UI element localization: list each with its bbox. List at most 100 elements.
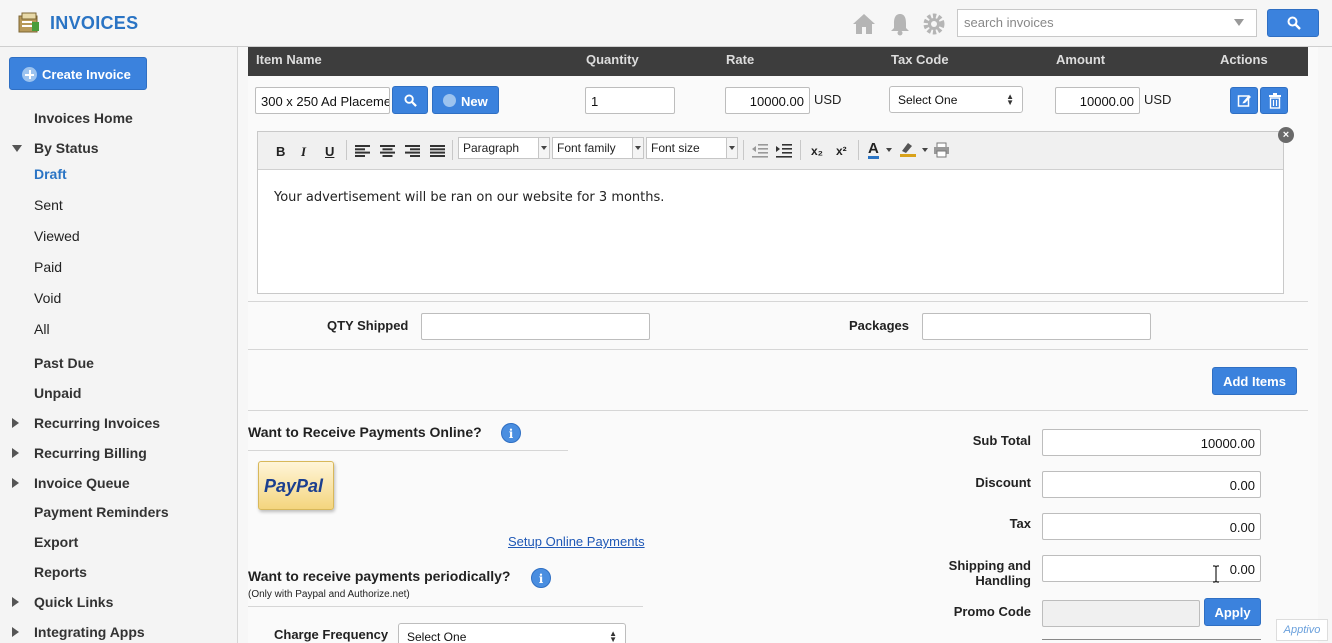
chevron-down-icon[interactable]	[1234, 19, 1244, 26]
caret-right-icon[interactable]	[12, 478, 19, 488]
align-right-icon[interactable]	[405, 145, 420, 157]
font-size-select[interactable]: Font size	[646, 137, 738, 159]
toolbar-divider	[743, 140, 744, 160]
underline-button[interactable]: U	[325, 144, 334, 159]
chevron-down-icon[interactable]	[922, 148, 928, 152]
invoice-app-icon	[18, 12, 39, 33]
caret-right-icon[interactable]	[12, 448, 19, 458]
superscript-button[interactable]: x²	[836, 144, 847, 158]
sidebar-item-viewed[interactable]: Viewed	[34, 228, 80, 244]
sidebar-item-recurring-invoices[interactable]: Recurring Invoices	[34, 415, 160, 431]
edit-icon	[1237, 95, 1251, 107]
sidebar-item-invoices-home[interactable]: Invoices Home	[34, 110, 133, 126]
apptivo-logo: Apptivo	[1276, 619, 1328, 641]
packages-input[interactable]	[922, 313, 1151, 340]
charge-frequency-select[interactable]: Select One ▲ ▼	[398, 623, 626, 643]
print-icon[interactable]	[933, 142, 950, 158]
sidebar-item-recurring-billing[interactable]: Recurring Billing	[34, 445, 147, 461]
description-editor[interactable]: B I U Paragraph Font family Font size x₂…	[257, 131, 1284, 294]
caret-down-icon[interactable]	[12, 145, 22, 152]
caret-right-icon[interactable]	[12, 418, 19, 428]
sidebar-item-reports[interactable]: Reports	[34, 564, 87, 580]
sidebar-item-void[interactable]: Void	[34, 290, 61, 306]
search-icon	[404, 94, 417, 107]
search-button[interactable]	[1267, 9, 1319, 37]
sidebar-item-unpaid[interactable]: Unpaid	[34, 385, 81, 401]
add-items-button[interactable]: Add Items	[1212, 367, 1297, 395]
gear-icon[interactable]	[921, 11, 947, 37]
bold-button[interactable]: B	[276, 144, 285, 159]
search-placeholder: search invoices	[964, 15, 1054, 30]
app-title: INVOICES	[50, 13, 139, 33]
highlight-color-icon[interactable]	[899, 141, 917, 158]
chevron-down-icon	[726, 138, 737, 158]
trash-icon	[1269, 93, 1281, 109]
search-input[interactable]: search invoices	[957, 9, 1257, 37]
align-center-icon[interactable]	[380, 145, 395, 157]
sidebar-item-invoice-queue[interactable]: Invoice Queue	[34, 475, 130, 491]
subscript-button[interactable]: x₂	[811, 144, 823, 158]
online-payments-heading: Want to Receive Payments Online?	[248, 424, 482, 440]
subtotal-input[interactable]: 10000.00	[1042, 429, 1261, 456]
col-rate: Rate	[726, 52, 755, 67]
sidebar-item-by-status[interactable]: By Status	[34, 140, 99, 156]
new-item-button[interactable]: New	[432, 86, 499, 114]
col-quantity: Quantity	[586, 52, 639, 67]
paypal-button[interactable]: PayPal	[258, 461, 334, 510]
font-family-select[interactable]: Font family	[552, 137, 644, 159]
divider	[248, 349, 1308, 350]
sidebar-item-paid[interactable]: Paid	[34, 259, 62, 275]
chevron-down-icon[interactable]	[886, 148, 892, 152]
tax-input[interactable]: 0.00	[1042, 513, 1261, 540]
items-table-header: Item Name Quantity Rate Tax Code Amount …	[248, 47, 1308, 76]
editor-content[interactable]: Your advertisement will be ran on our we…	[274, 190, 664, 205]
edit-item-button[interactable]	[1230, 87, 1258, 114]
caret-right-icon[interactable]	[12, 627, 19, 637]
sidebar-item-sent[interactable]: Sent	[34, 197, 63, 213]
text-color-button[interactable]: A	[868, 141, 879, 159]
info-icon[interactable]: i	[531, 568, 551, 588]
sidebar-item-payment-reminders[interactable]: Payment Reminders	[34, 504, 169, 520]
tax-code-value: Select One	[898, 93, 958, 107]
updown-icon: ▲ ▼	[609, 629, 617, 643]
indent-icon[interactable]	[776, 144, 792, 158]
col-item-name: Item Name	[256, 52, 322, 67]
sidebar-item-draft[interactable]: Draft	[34, 166, 67, 182]
shipping-handling-label-line1: Shipping and	[948, 558, 1031, 573]
promo-code-input[interactable]	[1042, 600, 1200, 627]
sidebar-item-quick-links[interactable]: Quick Links	[34, 594, 113, 610]
tax-code-select[interactable]: Select One ▲ ▼	[889, 86, 1023, 113]
caret-right-icon[interactable]	[12, 597, 19, 607]
align-justify-icon[interactable]	[430, 145, 445, 157]
sidebar-item-integrating-apps[interactable]: Integrating Apps	[34, 624, 145, 640]
qty-shipped-input[interactable]	[421, 313, 650, 340]
setup-online-payments-link[interactable]: Setup Online Payments	[508, 534, 645, 549]
sidebar-item-all[interactable]: All	[34, 321, 50, 337]
format-select[interactable]: Paragraph	[458, 137, 550, 159]
delete-item-button[interactable]	[1260, 87, 1288, 114]
item-search-button[interactable]	[392, 86, 428, 114]
outdent-icon[interactable]	[752, 144, 768, 158]
sidebar-item-past-due[interactable]: Past Due	[34, 355, 94, 371]
apply-promo-button[interactable]: Apply	[1204, 598, 1261, 626]
toolbar-divider	[858, 140, 859, 160]
amount-input[interactable]: 10000.00	[1055, 87, 1140, 114]
font-size-select-value: Font size	[651, 141, 700, 155]
plus-icon	[22, 67, 37, 82]
item-name-input[interactable]: 300 x 250 Ad Placement	[255, 87, 390, 114]
discount-input[interactable]: 0.00	[1042, 471, 1261, 498]
sidebar-item-export[interactable]: Export	[34, 534, 78, 550]
bell-icon[interactable]	[887, 11, 913, 37]
shipping-handling-input[interactable]: 0.00	[1042, 555, 1261, 582]
close-icon[interactable]: ×	[1278, 127, 1294, 143]
italic-button[interactable]: I	[301, 144, 306, 160]
info-icon[interactable]: i	[501, 423, 521, 443]
align-left-icon[interactable]	[355, 145, 370, 157]
editor-toolbar: B I U Paragraph Font family Font size x₂…	[258, 132, 1283, 170]
amount-currency: USD	[1144, 92, 1172, 107]
rate-input[interactable]: 10000.00	[725, 87, 810, 114]
quantity-input[interactable]: 1	[585, 87, 675, 114]
create-invoice-button[interactable]: Create Invoice	[9, 57, 147, 90]
chevron-down-icon	[632, 138, 643, 158]
home-icon[interactable]	[851, 11, 877, 37]
